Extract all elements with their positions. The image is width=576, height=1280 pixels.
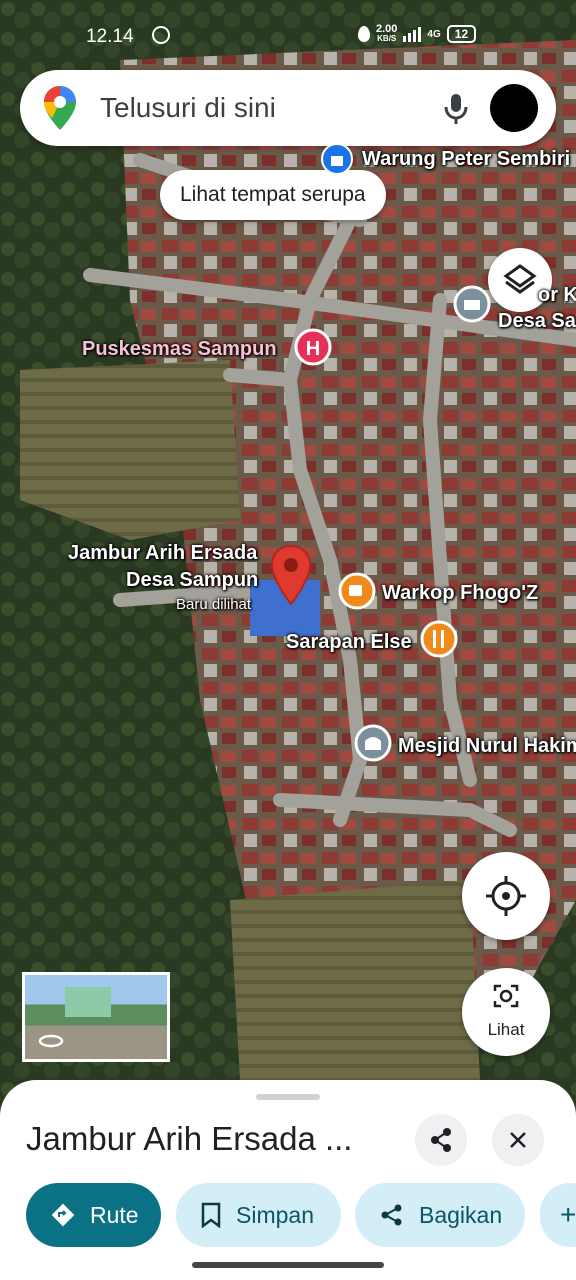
directions-button[interactable]: Rute [26, 1183, 161, 1247]
similar-places-chip[interactable]: Lihat tempat serupa [160, 170, 386, 220]
house-image [65, 987, 111, 1017]
status-bar: 12.14 2.00 KB/S 4G 12 [0, 0, 576, 70]
shopping-bag-icon[interactable] [320, 142, 354, 176]
net-unit: KB/S [377, 34, 397, 43]
search-input[interactable]: Telusuri di sini [100, 92, 276, 124]
net-speed: 2.00 [376, 23, 398, 35]
battery-icon: 12 [446, 25, 477, 43]
status-indicators: 2.00 KB/S 4G 12 [358, 23, 477, 44]
hospital-icon[interactable]: H [294, 328, 332, 372]
share-button[interactable] [415, 1114, 467, 1166]
save-button[interactable]: Simpan [176, 1183, 341, 1247]
directions-icon [51, 1203, 75, 1227]
add-icon: + [560, 1199, 576, 1230]
camera-lens-icon [493, 984, 519, 1008]
my-location-icon [486, 876, 526, 916]
share-label: Bagikan [419, 1201, 503, 1228]
street-view-thumbnail[interactable] [22, 972, 170, 1062]
account-avatar[interactable] [490, 84, 538, 132]
share-icon [381, 1204, 402, 1226]
selected-place-label[interactable]: Jambur Arih Ersada [68, 542, 257, 565]
signal-icon [403, 26, 422, 42]
my-location-button[interactable] [462, 852, 550, 940]
recently-viewed-label: Baru dilihat [176, 596, 252, 613]
search-bar[interactable]: Telusuri di sini [20, 70, 556, 146]
battery-level: 12 [454, 27, 469, 41]
lens-label: Lihat [487, 1020, 525, 1039]
drag-handle[interactable] [256, 1094, 320, 1100]
svg-text:H: H [306, 338, 320, 360]
place-label[interactable]: Mesjid Nurul Hakim [398, 735, 576, 758]
place-label[interactable]: or K [538, 284, 576, 307]
whatsapp-icon [152, 26, 170, 44]
place-title: Jambur Arih Ersada ... [26, 1120, 353, 1157]
coffee-icon[interactable] [338, 572, 376, 612]
selected-place-pin-icon[interactable] [270, 544, 312, 606]
restaurant-icon[interactable] [420, 620, 458, 660]
save-label: Simpan [236, 1201, 314, 1228]
net-type: 4G [427, 28, 441, 40]
rotate-360-icon [38, 1034, 64, 1048]
place-label[interactable]: Sarapan Else [286, 631, 412, 654]
maps-logo-icon [44, 86, 76, 130]
selected-place-label-2[interactable]: Desa Sampun [126, 569, 258, 592]
lens-button[interactable]: Lihat [462, 968, 550, 1056]
gesture-nav-bar[interactable] [192, 1262, 384, 1268]
place-label[interactable]: Warung Peter Sembiri [362, 148, 570, 171]
more-action-button[interactable]: + [540, 1183, 576, 1247]
place-label[interactable]: Warkop Fhogo'Z [382, 582, 538, 605]
share-icon [431, 1128, 451, 1152]
place-bottom-sheet[interactable]: Jambur Arih Ersada ... Rute Simpan Bagik… [0, 1080, 576, 1280]
location-icon [358, 26, 370, 42]
close-button[interactable] [492, 1114, 544, 1166]
place-label[interactable]: Desa Sa [498, 310, 576, 333]
microphone-icon[interactable] [442, 92, 470, 126]
share-action-button[interactable]: Bagikan [355, 1183, 525, 1247]
status-time: 12.14 [86, 26, 134, 47]
directions-label: Rute [90, 1201, 139, 1228]
government-building-icon[interactable] [452, 284, 492, 324]
place-label[interactable]: Puskesmas Sampun [82, 338, 277, 361]
bookmark-icon [201, 1202, 221, 1228]
close-icon [510, 1132, 526, 1148]
mosque-icon[interactable] [354, 724, 392, 764]
